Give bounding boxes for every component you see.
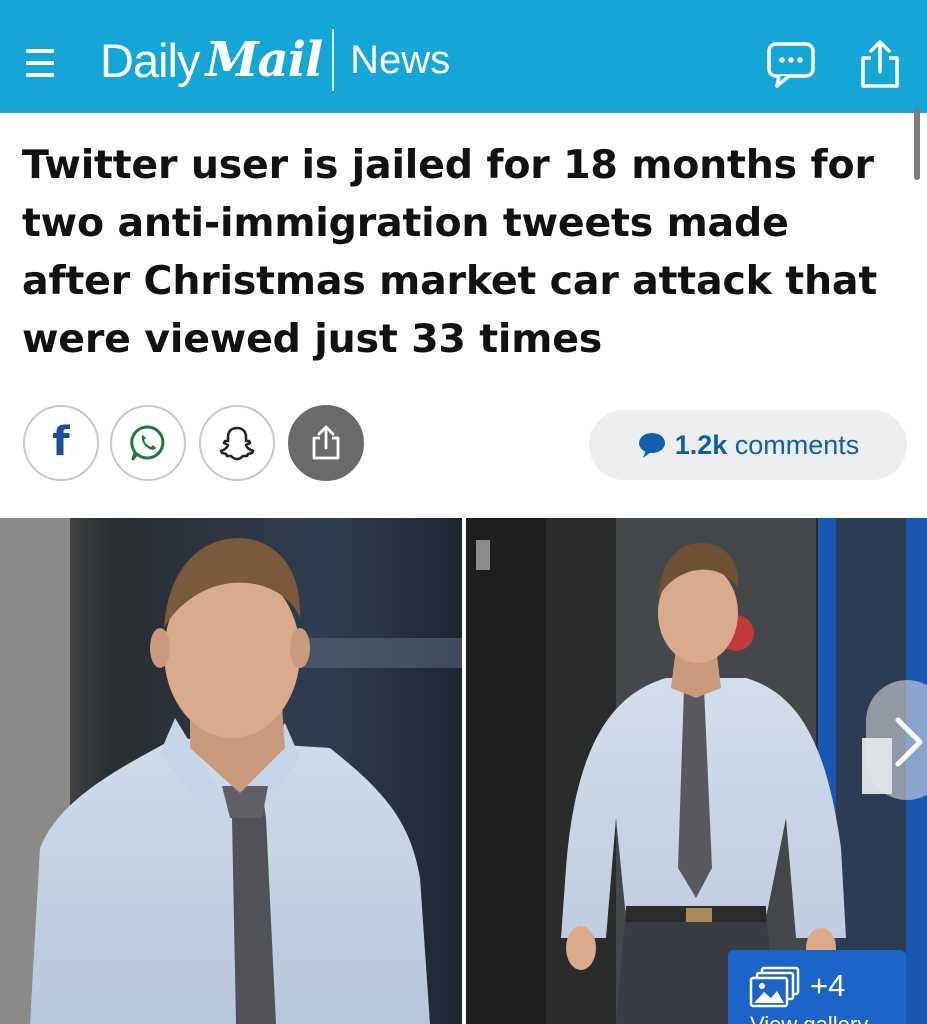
snapchat-icon bbox=[219, 426, 255, 461]
gallery-icon bbox=[749, 966, 800, 1008]
logo-mail-text: Mail bbox=[205, 32, 323, 88]
gallery-next-button[interactable] bbox=[866, 680, 927, 800]
menu-icon[interactable] bbox=[20, 43, 62, 85]
view-gallery-label: View gallery bbox=[750, 1012, 868, 1024]
share-icon[interactable] bbox=[853, 38, 907, 92]
whatsapp-icon bbox=[130, 425, 165, 461]
comments-count: 1.2k bbox=[674, 429, 728, 460]
gallery-count: +4 bbox=[810, 968, 846, 1003]
site-logo[interactable]: Daily Mail News bbox=[100, 29, 451, 91]
article-headline: Twitter user is jailed for 18 months for… bbox=[22, 142, 878, 362]
facebook-icon: f bbox=[52, 419, 70, 465]
section-name: News bbox=[350, 37, 451, 82]
comments-label: 1.2k comments bbox=[675, 430, 860, 461]
top-bar: Daily Mail News bbox=[0, 0, 927, 113]
comments-word: comments bbox=[727, 429, 860, 460]
chat-icon[interactable] bbox=[765, 38, 819, 92]
chevron-right-icon bbox=[895, 717, 923, 767]
snapchat-share-button[interactable] bbox=[199, 405, 275, 481]
logo-daily-text: Daily bbox=[100, 33, 200, 87]
whatsapp-share-button[interactable] bbox=[110, 405, 186, 481]
article-photo-right[interactable] bbox=[466, 518, 927, 1024]
scrollbar[interactable] bbox=[914, 108, 920, 180]
facebook-share-button[interactable]: f bbox=[23, 405, 99, 481]
view-gallery-button[interactable]: +4 View gallery bbox=[728, 950, 906, 1024]
comment-bubble-icon bbox=[638, 433, 665, 458]
logo-divider bbox=[332, 29, 335, 91]
more-share-button[interactable] bbox=[288, 405, 364, 481]
comments-button[interactable]: 1.2k comments bbox=[589, 410, 907, 480]
article-photo-left[interactable] bbox=[0, 518, 462, 1024]
share-icon bbox=[312, 425, 340, 460]
